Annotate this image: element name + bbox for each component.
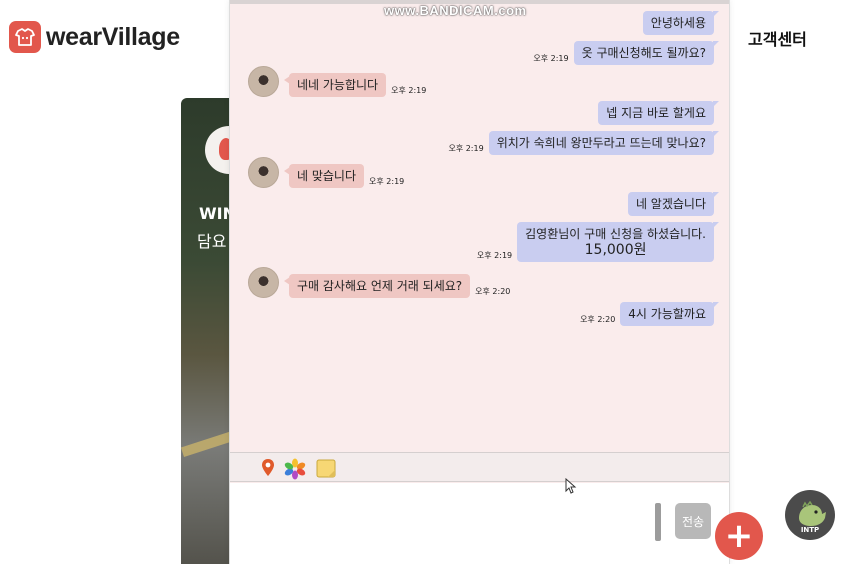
message-time: 오후 2:20 (475, 287, 511, 296)
memo-icon[interactable] (316, 458, 336, 478)
message-row: 안녕하세용 (642, 11, 720, 35)
message-list[interactable]: 안녕하세용 오후 2:19 옷 구매신청해도 될까요? 네네 가능합니다 오후 … (230, 0, 729, 452)
seller-avatar[interactable] (248, 157, 279, 188)
plus-icon: + (724, 516, 754, 556)
logo-icon (9, 21, 41, 53)
purchase-request-text: 김영환님이 구매 신청을 하셨습니다. (525, 227, 706, 241)
their-message-bubble: 네네 가능합니다 (283, 73, 387, 97)
profile-badge-label: INTP (800, 526, 820, 534)
profile-badge[interactable]: INTP (785, 490, 835, 540)
mouse-cursor-icon (565, 478, 577, 494)
message-time: 오후 2:19 (391, 86, 427, 95)
message-time: 오후 2:19 (476, 251, 513, 260)
my-message-bubble: 넵 지금 바로 할게요 (598, 101, 719, 125)
message-row: 구매 감사해요 언제 거래 되세요? 오후 2:20 (248, 267, 515, 298)
message-row: 오후 2:20 4시 가능할까요 (575, 302, 719, 326)
message-row: 오후 2:19 위치가 숙희네 왕만두라고 뜨는데 맞나요? (443, 131, 720, 155)
their-message-bubble: 구매 감사해요 언제 거래 되세요? (283, 274, 471, 298)
message-row: 네 알겠습니다 (627, 192, 720, 216)
message-time: 오후 2:19 (533, 54, 569, 63)
recording-watermark: www.BANDICAM.com (384, 3, 527, 18)
message-row: 오후 2:19 옷 구매신청해도 될까요? (528, 41, 720, 65)
my-message-bubble: 위치가 숙희네 왕만두라고 뜨는데 맞나요? (488, 131, 720, 155)
message-time: 오후 2:19 (448, 144, 484, 153)
my-message-bubble: 4시 가능할까요 (620, 302, 719, 326)
location-pin-icon[interactable] (258, 458, 278, 478)
my-message-bubble: 네 알겠습니다 (627, 192, 720, 216)
add-button[interactable]: + (715, 512, 763, 560)
banner-subtitle: 담요 (197, 232, 227, 251)
customer-center-link[interactable]: 고객센터 (748, 26, 807, 50)
message-row: 네네 가능합니다 오후 2:19 (248, 66, 431, 97)
send-button[interactable]: 전송 (675, 503, 711, 539)
my-message-bubble: 옷 구매신청해도 될까요? (573, 41, 720, 65)
message-time: 오후 2:19 (369, 177, 405, 186)
my-message-bubble: 안녕하세용 (642, 11, 720, 35)
logo[interactable]: wearVillage (9, 21, 180, 53)
message-time: 오후 2:20 (580, 315, 616, 324)
purchase-amount: 15,000원 (584, 242, 647, 258)
input-scrollbar[interactable] (655, 503, 661, 541)
message-row: 오후 2:19 김영환님이 구매 신청을 하셨습니다. 15,000원 (472, 222, 719, 262)
chat-window: 안녕하세용 오후 2:19 옷 구매신청해도 될까요? 네네 가능합니다 오후 … (229, 0, 730, 564)
purchase-request-bubble: 김영환님이 구매 신청을 하셨습니다. 15,000원 (517, 222, 719, 262)
their-message-bubble: 네 맞습니다 (283, 164, 365, 188)
message-input-area[interactable]: 전송 (230, 483, 729, 564)
photos-icon[interactable] (284, 458, 306, 480)
seller-avatar[interactable] (248, 267, 279, 298)
logo-text: wearVillage (46, 22, 180, 51)
message-row: 넵 지금 바로 할게요 (598, 101, 719, 125)
chat-toolbar (230, 452, 729, 482)
seller-avatar[interactable] (248, 66, 279, 97)
message-row: 네 맞습니다 오후 2:19 (248, 157, 409, 188)
